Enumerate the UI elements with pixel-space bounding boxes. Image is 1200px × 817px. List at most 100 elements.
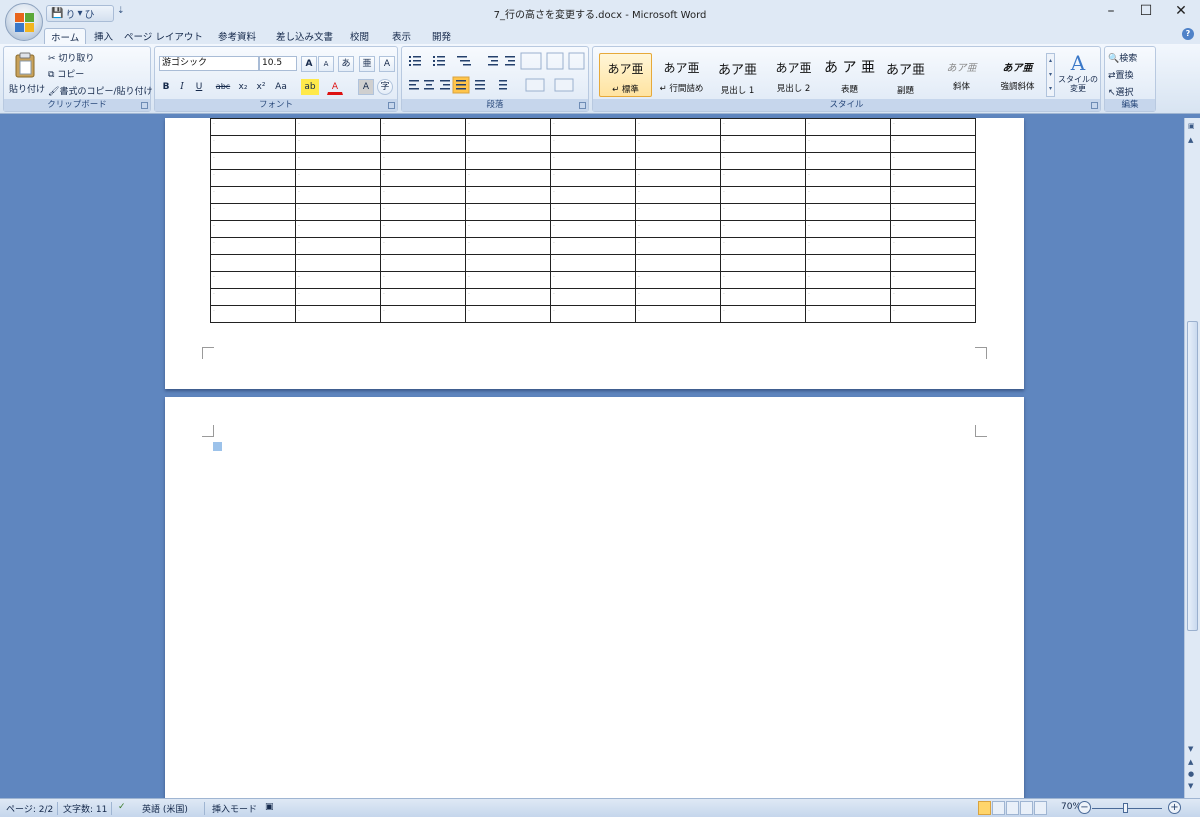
style-heading-1[interactable]: あア亜 見出し 1 <box>711 53 764 97</box>
character-shading-button[interactable]: A <box>358 79 374 95</box>
table-cell[interactable]: . <box>890 203 976 221</box>
table-row[interactable]: ......... <box>210 237 976 255</box>
table-cell[interactable]: . <box>805 203 891 221</box>
table-cell[interactable]: . <box>720 186 806 204</box>
paragraph-launcher-icon[interactable] <box>579 102 586 109</box>
table-cell[interactable]: . <box>550 305 636 323</box>
table-cell[interactable]: . <box>380 135 466 153</box>
table-cell[interactable]: . <box>380 271 466 289</box>
superscript-button[interactable]: x² <box>253 79 269 95</box>
table-cell[interactable]: . <box>720 305 806 323</box>
table-cell[interactable]: . <box>295 271 381 289</box>
table-cell[interactable]: . <box>550 254 636 272</box>
previous-page-icon[interactable]: ▲ <box>1188 758 1193 766</box>
table-cell[interactable]: . <box>295 288 381 306</box>
table-cell[interactable]: . <box>465 186 551 204</box>
table-cell[interactable]: . <box>295 237 381 255</box>
table-cell[interactable]: . <box>635 169 721 187</box>
styles-scroll[interactable]: ▴ ▾ ▾ <box>1046 53 1055 97</box>
table-row[interactable]: ......... <box>210 220 976 238</box>
justify-icon[interactable] <box>452 76 470 94</box>
table-cell[interactable]: . <box>720 152 806 170</box>
table-cell[interactable]: . <box>380 254 466 272</box>
table-cell[interactable]: . <box>805 169 891 187</box>
clear-format-button[interactable]: あ <box>338 56 354 72</box>
line-spacing-icon[interactable] <box>499 80 507 90</box>
table-cell[interactable]: . <box>380 186 466 204</box>
web-layout-icon[interactable] <box>1006 801 1019 815</box>
clipboard-launcher-icon[interactable] <box>141 102 148 109</box>
document-page-1[interactable]: ........................................… <box>165 118 1024 389</box>
draft-view-icon[interactable] <box>1034 801 1047 815</box>
table-cell[interactable]: . <box>380 152 466 170</box>
cut-button[interactable]: ✂ 切り取り <box>48 51 94 64</box>
table-cell[interactable]: . <box>890 220 976 238</box>
sort-icon[interactable] <box>546 52 564 70</box>
zoom-slider-knob[interactable] <box>1123 803 1128 813</box>
table-cell[interactable]: . <box>465 254 551 272</box>
table-row[interactable]: ......... <box>210 203 976 221</box>
table-cell[interactable]: . <box>550 288 636 306</box>
table-cell[interactable]: . <box>210 271 296 289</box>
table-cell[interactable]: . <box>465 288 551 306</box>
table-cell[interactable]: . <box>380 169 466 187</box>
table-cell[interactable]: . <box>720 271 806 289</box>
style-normal[interactable]: あア亜 ↵ 標準 <box>599 53 652 97</box>
bullets-icon[interactable] <box>409 56 421 66</box>
table-cell[interactable]: . <box>210 220 296 238</box>
decrease-indent-icon[interactable] <box>488 56 498 66</box>
table-cell[interactable]: . <box>295 220 381 238</box>
table-cell[interactable]: . <box>550 135 636 153</box>
tab-insert[interactable]: 挿入 <box>88 28 119 44</box>
print-layout-view-icon[interactable] <box>978 801 991 815</box>
table-cell[interactable]: . <box>805 186 891 204</box>
style-intense-emphasis[interactable]: あア亜 強調斜体 <box>991 53 1044 97</box>
table-cell[interactable]: . <box>295 152 381 170</box>
vertical-scrollbar[interactable]: ▣ ▲ ▼ ▲ ● ▼ <box>1184 118 1200 798</box>
table-cell[interactable]: . <box>380 220 466 238</box>
table-cell[interactable]: . <box>380 288 466 306</box>
table-cell[interactable]: . <box>210 288 296 306</box>
tab-review[interactable]: 校閲 <box>344 28 375 44</box>
table-cell[interactable]: . <box>890 186 976 204</box>
table-cell[interactable]: . <box>380 203 466 221</box>
font-size-select[interactable]: 10.5 <box>259 56 297 71</box>
table-cell[interactable]: . <box>550 152 636 170</box>
tab-developer[interactable]: 開発 <box>426 28 457 44</box>
scroll-down-icon[interactable]: ▼ <box>1188 745 1193 753</box>
table-cell[interactable]: . <box>550 169 636 187</box>
table-row[interactable]: ......... <box>210 254 976 272</box>
table-cell[interactable]: . <box>890 254 976 272</box>
document-table[interactable]: ........................................… <box>210 118 976 323</box>
font-launcher-icon[interactable] <box>388 102 395 109</box>
macro-record-icon[interactable]: ▣ <box>265 802 274 812</box>
table-cell[interactable]: . <box>380 237 466 255</box>
table-cell[interactable]: . <box>890 135 976 153</box>
browse-object-icon[interactable]: ● <box>1188 770 1194 778</box>
numbering-icon[interactable] <box>433 56 445 66</box>
table-cell[interactable]: . <box>465 118 551 136</box>
font-color-button[interactable]: A <box>327 79 343 95</box>
maximize-button[interactable]: ☐ <box>1131 3 1161 19</box>
table-cell[interactable]: . <box>635 135 721 153</box>
paragraph-mark[interactable] <box>213 442 222 451</box>
change-case-button[interactable]: Aa <box>272 79 290 95</box>
zoom-in-icon[interactable]: + <box>1168 801 1181 814</box>
language[interactable]: 英語 (米国) <box>142 802 188 815</box>
table-cell[interactable]: . <box>295 186 381 204</box>
multilevel-list-icon[interactable] <box>457 56 471 66</box>
align-center-icon[interactable] <box>424 80 434 90</box>
strikethrough-button[interactable]: abc <box>213 79 233 95</box>
highlight-button[interactable]: ab <box>301 79 319 95</box>
table-row[interactable]: ......... <box>210 118 976 136</box>
shrink-font-button[interactable]: A <box>318 56 334 72</box>
table-cell[interactable]: . <box>720 169 806 187</box>
table-row[interactable]: ......... <box>210 288 976 306</box>
tab-mailings[interactable]: 差し込み文書 <box>270 28 339 44</box>
table-cell[interactable]: . <box>295 118 381 136</box>
table-cell[interactable]: . <box>465 203 551 221</box>
table-cell[interactable]: . <box>550 118 636 136</box>
copy-button[interactable]: ⧉ コピー <box>48 67 84 80</box>
word-count[interactable]: 文字数: 11 <box>63 802 107 815</box>
phonetic-guide-button[interactable]: 亜 <box>359 56 375 72</box>
